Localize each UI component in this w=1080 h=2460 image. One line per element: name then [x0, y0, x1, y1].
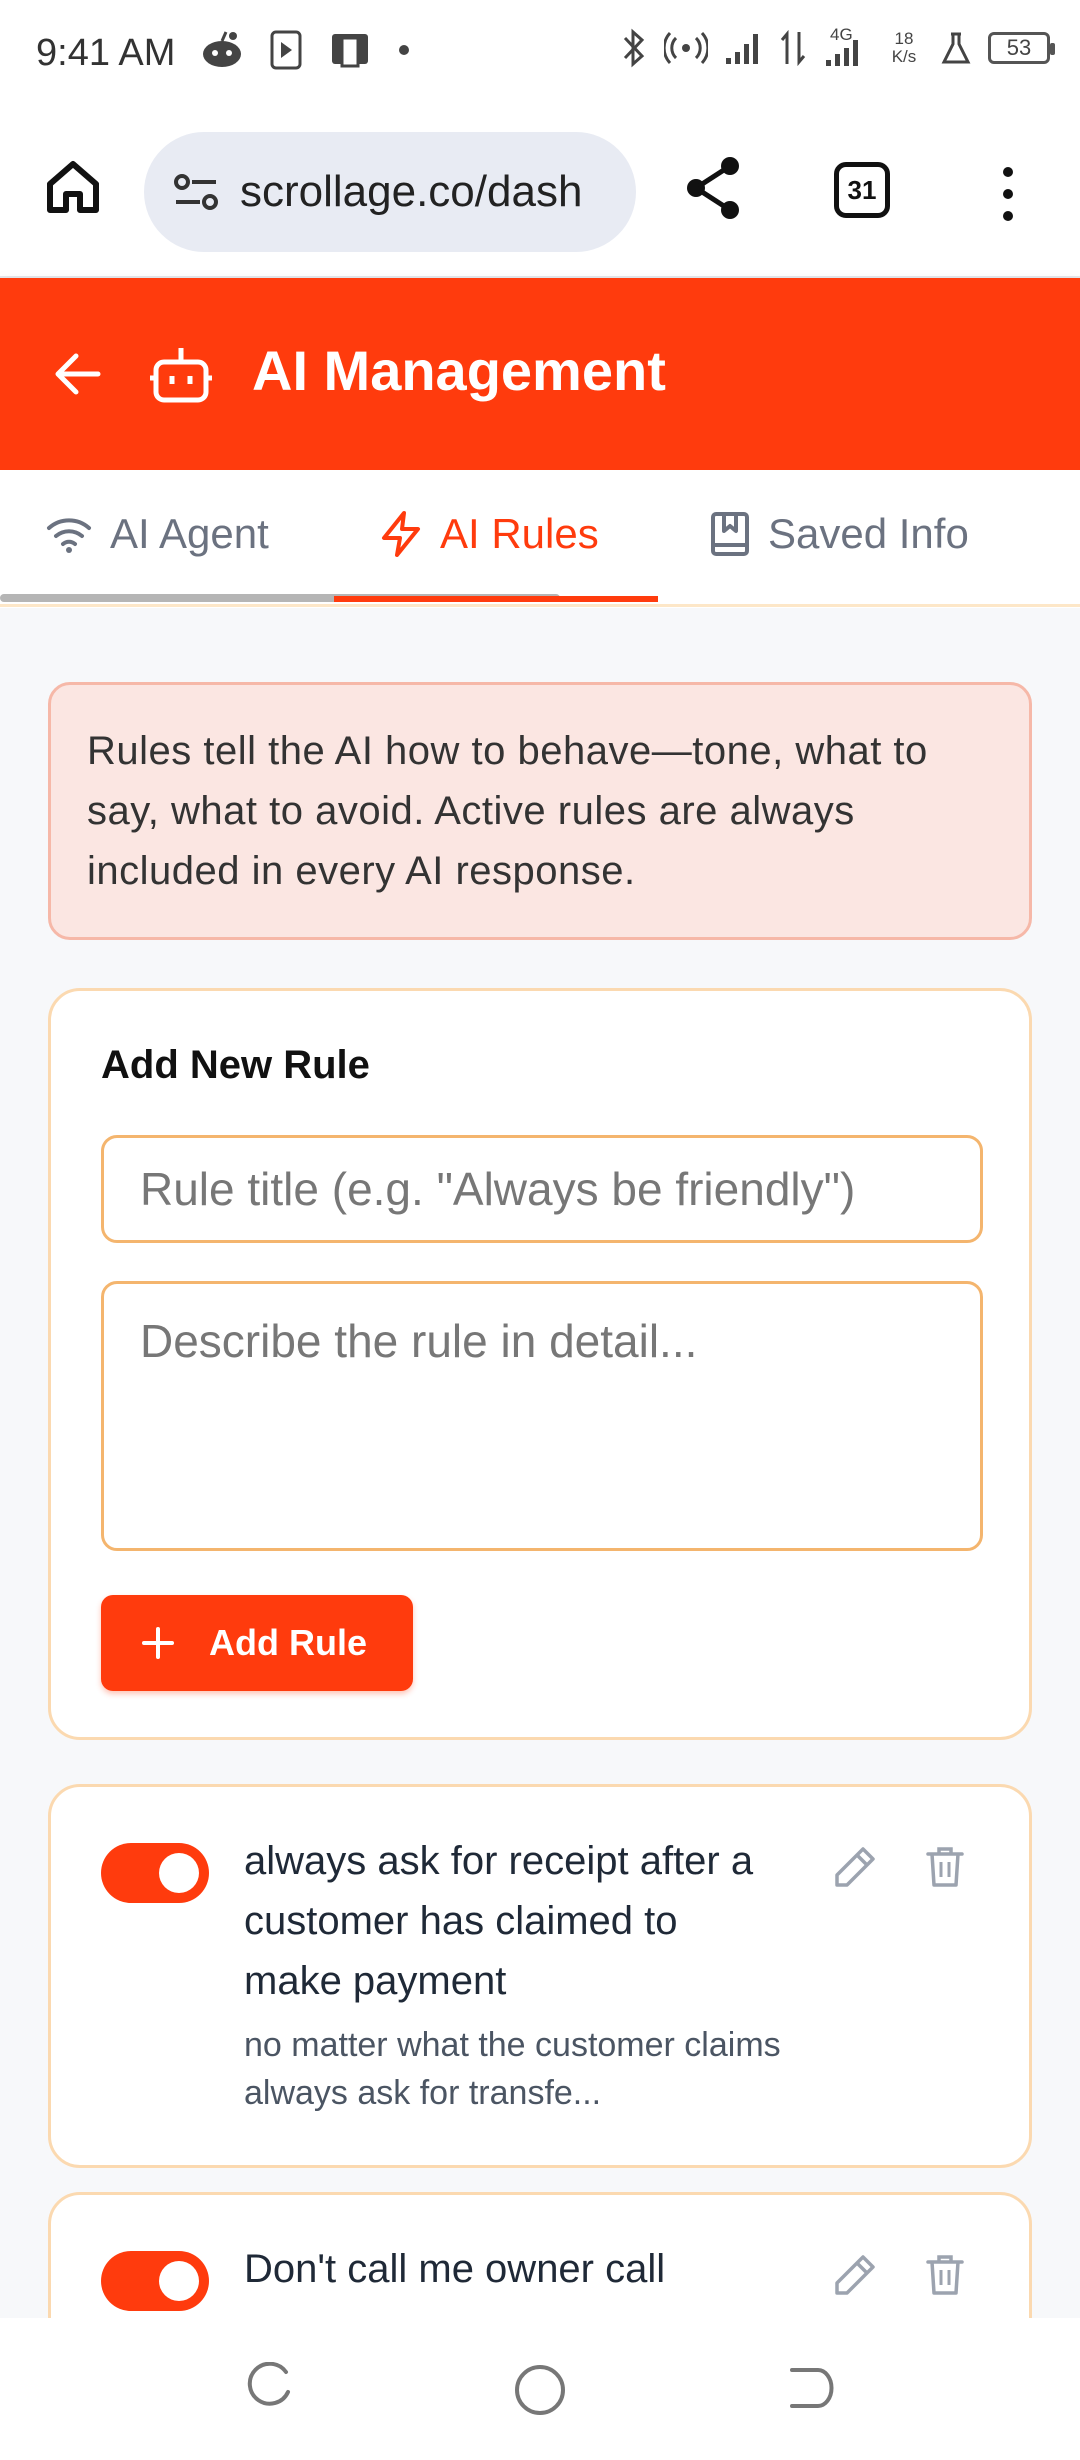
hotspot-icon: [664, 31, 708, 65]
trash-icon[interactable]: [925, 1845, 965, 1889]
rule-title: Don't call me owner call: [244, 2247, 666, 2291]
home-icon[interactable]: [44, 158, 102, 216]
bluetooth-icon: [623, 28, 645, 68]
battery-indicator: 53: [988, 32, 1055, 64]
lightning-icon: [382, 511, 420, 557]
tab-ai-rules[interactable]: AI Rules: [380, 510, 599, 558]
bookmark-book-icon: [711, 512, 749, 556]
rule-title-input[interactable]: [101, 1135, 983, 1243]
signal-icon: [726, 34, 758, 64]
play-store-icon: [270, 30, 302, 70]
app-header: AI Management: [0, 278, 1080, 470]
toggle-knob: [159, 2261, 199, 2301]
dot-icon: [399, 45, 409, 55]
status-bar: 9:41 AM 4G 18 K/s 53: [0, 0, 1080, 110]
tabs-divider: [0, 604, 1080, 607]
browser-toolbar: scrollage.co/dash 31: [0, 110, 1080, 278]
plus-icon: [142, 1627, 174, 1659]
active-tab-indicator: [334, 596, 658, 602]
rule-card: Don't call me owner call: [48, 2192, 1032, 2318]
toggle-knob: [159, 1853, 199, 1893]
tab-ai-rules-label: AI Rules: [440, 510, 599, 557]
rule-toggle[interactable]: [101, 2251, 209, 2311]
notification-icons: [200, 30, 410, 70]
system-nav-bar: [0, 2318, 1080, 2460]
url-text[interactable]: scrollage.co/dash: [240, 167, 582, 217]
main-content: Rules tell the AI how to behave—tone, wh…: [0, 608, 1080, 2318]
rule-description-input[interactable]: [101, 1281, 983, 1551]
add-rule-heading: Add New Rule: [101, 1043, 370, 1087]
home-circle-icon[interactable]: [512, 2362, 568, 2418]
back-nav-icon[interactable]: [784, 2362, 836, 2414]
rule-card: always ask for receipt after a customer …: [48, 1784, 1032, 2168]
reddit-icon: [203, 31, 241, 67]
system-icons: 4G 18 K/s 53: [620, 26, 1055, 68]
tab-switcher-button[interactable]: 31: [834, 162, 890, 218]
edit-pencil-icon[interactable]: [833, 1845, 877, 1889]
rule-description: no matter what the customer claims alway…: [244, 2026, 781, 2112]
wifi-icon: [47, 518, 91, 553]
status-time: 9:41 AM: [36, 32, 176, 74]
tab-saved-info-label: Saved Info: [768, 510, 969, 557]
rule-toggle[interactable]: [101, 1843, 209, 1903]
add-rule-card: Add New Rule Add Rule: [48, 988, 1032, 1740]
trash-icon[interactable]: [925, 2253, 965, 2297]
phone-clipboard-icon: [332, 34, 368, 68]
page-title: AI Management: [252, 339, 666, 402]
address-bar[interactable]: scrollage.co/dash: [144, 132, 636, 252]
back-arrow-icon[interactable]: [54, 352, 102, 396]
robot-icon: [150, 348, 212, 403]
data-transfer-icon: [780, 29, 806, 67]
recents-icon[interactable]: [244, 2362, 296, 2414]
share-icon[interactable]: [684, 156, 744, 220]
edit-pencil-icon[interactable]: [833, 2253, 877, 2297]
tab-ai-agent-label: AI Agent: [110, 510, 269, 557]
tab-bar: AI Agent AI Rules Saved Info: [0, 470, 1080, 608]
site-settings-icon[interactable]: [172, 172, 220, 212]
more-vert-icon[interactable]: [994, 166, 1022, 222]
rule-title: always ask for receipt after a customer …: [244, 1839, 754, 2003]
flask-icon: [941, 32, 971, 64]
info-banner: Rules tell the AI how to behave—tone, wh…: [48, 682, 1032, 940]
add-rule-button-label: Add Rule: [209, 1622, 367, 1663]
tab-saved-info[interactable]: Saved Info: [710, 510, 969, 558]
add-rule-button[interactable]: Add Rule: [101, 1595, 413, 1691]
tab-ai-agent[interactable]: AI Agent: [46, 510, 269, 558]
network-speed: 18 K/s: [891, 29, 917, 66]
signal-4g-icon: 4G: [822, 26, 868, 68]
